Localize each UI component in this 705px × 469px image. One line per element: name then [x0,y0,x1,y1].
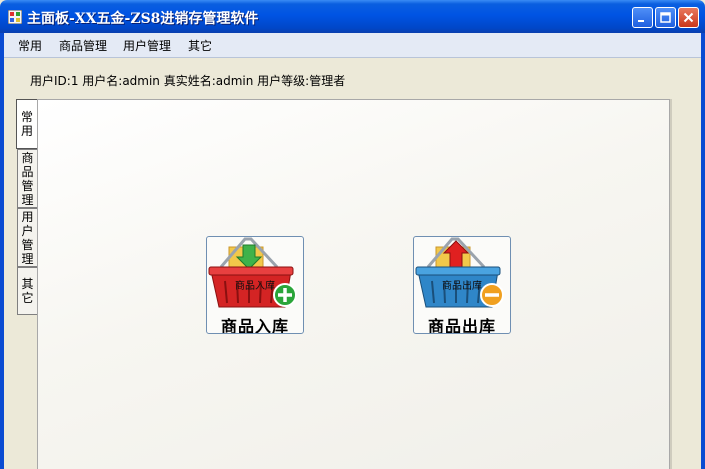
close-button[interactable] [678,7,699,28]
window-border-left [0,33,4,469]
stock-out-button[interactable]: 商品出库 商品出库 [413,236,511,334]
stock-in-button[interactable]: 商品入库 商品入库 [206,236,304,334]
minimize-icon [638,20,644,22]
menu-item-user-management[interactable]: 用户管理 [123,37,171,54]
menu-item-product-management[interactable]: 商品管理 [59,37,107,54]
stock-in-overlay-text: 商品入库 [235,281,275,292]
maximize-button[interactable] [655,7,676,28]
tab-common[interactable]: 常用 [16,99,37,149]
tab-product-management-label: 商品管理 [21,150,34,207]
tab-user-management[interactable]: 用户管理 [17,208,37,267]
maximize-icon [660,12,671,23]
user-info-label: 用户ID:1 用户名:admin 真实姓名:admin 用户等级:管理者 [30,74,346,88]
menu-bar: 常用 商品管理 用户管理 其它 [4,33,701,58]
menu-item-common[interactable]: 常用 [18,37,42,54]
tab-common-label: 常用 [21,110,34,138]
panel-edge [670,99,672,469]
window-title: 主面板-XX五金-ZS8进销存管理软件 [27,11,259,27]
title-bar[interactable]: 主面板-XX五金-ZS8进销存管理软件 [0,0,705,33]
stock-in-caption: 商品入库 [220,317,289,334]
tab-content-panel [37,99,670,469]
tab-user-management-label: 用户管理 [21,209,34,266]
stock-out-caption: 商品出库 [427,317,496,334]
minimize-button[interactable] [632,7,653,28]
window-border-right [701,33,705,469]
tab-product-management[interactable]: 商品管理 [17,149,37,208]
menu-item-other[interactable]: 其它 [188,37,212,54]
tab-other-label: 其它 [21,277,34,305]
close-icon [683,12,694,23]
stock-out-overlay-text: 商品出库 [442,281,482,292]
app-icon [8,10,22,24]
vertical-tab-strip: 常用 商品管理 用户管理 其它 [16,99,37,319]
tab-other[interactable]: 其它 [17,267,37,315]
